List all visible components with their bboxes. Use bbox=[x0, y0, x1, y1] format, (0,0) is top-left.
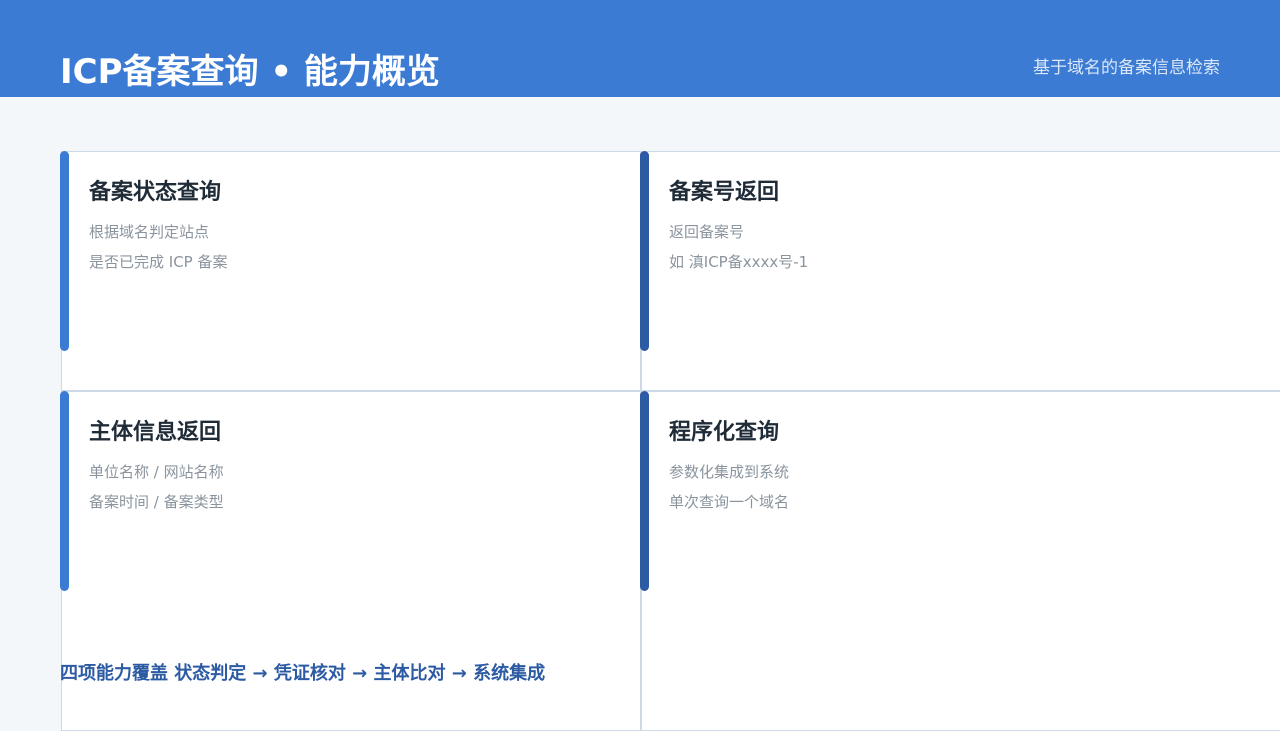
card-description-line: 如 滇ICP备xxxx号-1 bbox=[669, 253, 809, 271]
card-accent-bar bbox=[640, 391, 649, 591]
page-subtitle: 基于域名的备案信息检索 bbox=[1033, 58, 1220, 78]
card-accent-bar bbox=[640, 151, 649, 351]
card-title: 备案号返回 bbox=[669, 180, 780, 205]
card-accent-bar bbox=[60, 151, 69, 351]
card-status-query: 备案状态查询 根据域名判定站点 是否已完成 ICP 备案 bbox=[60, 151, 641, 391]
card-description-line: 返回备案号 bbox=[669, 223, 745, 241]
header-banner: ICP备案查询 • 能力概览 基于域名的备案信息检索 bbox=[0, 0, 1280, 97]
card-description-line: 单次查询一个域名 bbox=[669, 493, 790, 511]
card-description-line: 单位名称 / 网站名称 bbox=[89, 463, 224, 481]
card-accent-bar bbox=[60, 391, 69, 591]
card-description-line: 参数化集成到系统 bbox=[669, 463, 790, 481]
card-title: 主体信息返回 bbox=[89, 420, 222, 445]
page-title: ICP备案查询 • 能力概览 bbox=[60, 52, 440, 92]
capability-summary: 四项能力覆盖 状态判定 → 凭证核对 → 主体比对 → 系统集成 bbox=[60, 663, 546, 684]
card-record-number: 备案号返回 返回备案号 如 滇ICP备xxxx号-1 bbox=[640, 151, 1280, 391]
card-description-line: 备案时间 / 备案类型 bbox=[89, 493, 224, 511]
card-title: 备案状态查询 bbox=[89, 180, 222, 205]
card-description-line: 是否已完成 ICP 备案 bbox=[89, 253, 228, 271]
card-title: 程序化查询 bbox=[669, 420, 780, 445]
card-description-line: 根据域名判定站点 bbox=[89, 223, 210, 241]
card-programmatic-query: 程序化查询 参数化集成到系统 单次查询一个域名 bbox=[640, 391, 1280, 731]
